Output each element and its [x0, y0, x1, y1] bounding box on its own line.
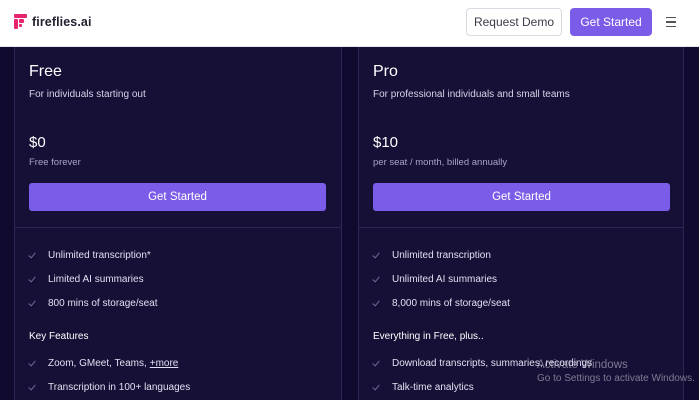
pro-get-started-button[interactable]: Get Started — [373, 183, 670, 211]
plan-name: Pro — [373, 63, 398, 80]
header-get-started-button[interactable]: Get Started — [570, 8, 652, 36]
divider — [359, 227, 683, 228]
logo-text: fireflies.ai — [32, 14, 92, 29]
list-item: Unlimited AI summaries — [373, 267, 510, 291]
check-icon — [373, 383, 381, 391]
feature-label: Download transcripts, summaries, recordi… — [392, 357, 593, 369]
list-item: Unlimited transcription* — [29, 243, 158, 267]
check-icon — [29, 251, 37, 259]
divider — [15, 227, 341, 228]
plan-price: $10 — [373, 134, 399, 151]
check-icon — [373, 359, 381, 367]
plan-card-free: Free For individuals starting out $0 Fre… — [14, 47, 342, 400]
top-navbar: fireflies.ai Request Demo Get Started — [0, 0, 699, 47]
feature-label: Unlimited AI summaries — [392, 273, 498, 285]
list-item: 800 mins of storage/seat — [29, 291, 158, 315]
list-item: 8,000 mins of storage/seat — [373, 291, 510, 315]
free-get-started-button[interactable]: Get Started — [29, 183, 326, 211]
check-icon — [29, 275, 37, 283]
logo[interactable]: fireflies.ai — [14, 14, 92, 29]
list-item: Limited AI summaries — [29, 267, 158, 291]
feature-label: Unlimited transcription* — [48, 249, 151, 261]
plan-description: For individuals starting out — [29, 89, 146, 100]
plan-price: $0 — [29, 134, 46, 151]
feature-label: Limited AI summaries — [48, 273, 144, 285]
check-icon — [373, 251, 381, 259]
pricing-section: Free For individuals starting out $0 Fre… — [0, 47, 699, 400]
feature-label: Talk-time analytics — [392, 381, 474, 393]
check-icon — [373, 275, 381, 283]
plan-price-note: per seat / month, billed annually — [373, 157, 508, 168]
feature-label: 800 mins of storage/seat — [48, 297, 158, 309]
key-feature-list: Zoom, GMeet, Teams, +more Transcription i… — [29, 351, 190, 399]
plan-name: Free — [29, 63, 62, 80]
more-integrations-link[interactable]: +more — [150, 358, 179, 369]
hamburger-menu-icon[interactable] — [664, 14, 678, 30]
request-demo-button[interactable]: Request Demo — [466, 8, 562, 36]
plan-description: For professional individuals and small t… — [373, 89, 570, 100]
plan-card-pro: Pro For professional individuals and sma… — [358, 47, 684, 400]
feature-label: Unlimited transcription — [392, 249, 491, 261]
feature-label: 8,000 mins of storage/seat — [392, 297, 510, 309]
feature-label: Transcription in 100+ languages — [48, 381, 191, 393]
section-title: Everything in Free, plus.. — [373, 331, 484, 342]
check-icon — [29, 383, 37, 391]
list-item: Talk-time analytics — [373, 375, 592, 399]
check-icon — [373, 299, 381, 307]
list-item: Download transcripts, summaries, recordi… — [373, 351, 592, 375]
key-feature-list: Download transcripts, summaries, recordi… — [373, 351, 592, 399]
check-icon — [29, 359, 37, 367]
feature-label: Zoom, GMeet, Teams, — [48, 357, 147, 369]
list-item: Transcription in 100+ languages — [29, 375, 190, 399]
plan-price-note: Free forever — [29, 157, 81, 168]
list-item: Unlimited transcription — [373, 243, 510, 267]
feature-list: Unlimited transcription* Limited AI summ… — [29, 243, 158, 315]
list-item: Zoom, GMeet, Teams, +more — [29, 351, 190, 375]
section-title: Key Features — [29, 331, 89, 342]
fireflies-logo-icon — [14, 14, 27, 29]
feature-list: Unlimited transcription Unlimited AI sum… — [373, 243, 510, 315]
check-icon — [29, 299, 37, 307]
